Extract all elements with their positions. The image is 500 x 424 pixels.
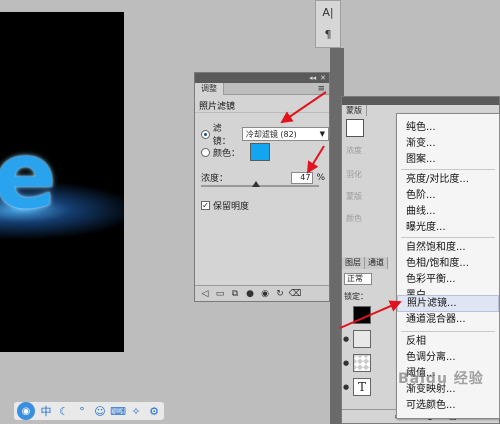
menu-item-invert[interactable]: 反相 xyxy=(397,334,499,349)
menu-separator xyxy=(401,331,495,332)
canvas-glyph: e xyxy=(0,122,57,229)
transparent-layer-thumbnail xyxy=(353,354,371,372)
preserve-row: ✓ 保留明度 xyxy=(201,199,249,212)
menu-item-hue-saturation[interactable]: 色相/饱和度... xyxy=(397,256,499,271)
density-unit: % xyxy=(316,172,325,183)
density-row: 浓度： 47 % xyxy=(201,171,325,184)
color-swatch[interactable] xyxy=(250,143,271,161)
clip-layer-icon[interactable]: ⧉ xyxy=(229,288,241,300)
paragraph-panel-icon[interactable]: ¶ xyxy=(316,23,340,45)
adjustments-footer: ◁ ▭ ⧉ ● ◉ ↻ ⌫ xyxy=(195,285,329,301)
menu-item-curves[interactable]: 曲线... xyxy=(397,204,499,219)
adjustment-layer-thumbnail xyxy=(353,330,371,348)
adjustments-panel: ◂◂ ✕ 调整 ≡ 照片滤镜 滤镜： 冷却滤镜 (82) ▼ 颜色： 浓度： 4… xyxy=(194,72,330,302)
eye-icon[interactable]: ● xyxy=(343,335,351,343)
menu-item-vibrance[interactable]: 自然饱和度... xyxy=(397,240,499,255)
skin-icon[interactable]: ✧ xyxy=(129,404,143,418)
color-radio[interactable] xyxy=(201,147,210,157)
eye-icon[interactable]: ● xyxy=(343,383,351,391)
close-icon[interactable]: ✕ xyxy=(320,74,326,82)
menu-separator xyxy=(401,237,495,238)
menu-item-channel-mixer[interactable]: 通道混合器... xyxy=(397,312,499,327)
menu-item-gradient[interactable]: 渐变... xyxy=(397,136,499,151)
visibility-eye-icon[interactable]: ● xyxy=(244,288,256,300)
filter-select-value: 冷却滤镜 (82) xyxy=(245,129,297,139)
adjustment-title: 照片滤镜 xyxy=(195,95,329,113)
menu-item-selective-color[interactable]: 可选颜色... xyxy=(397,398,499,413)
menu-item-exposure[interactable]: 曝光度... xyxy=(397,220,499,235)
blend-mode-select[interactable]: 正常 xyxy=(344,273,372,285)
workspace: e ◉ 中 ☾ ° ☺ ⌨ ✧ ⚙ A| ¶ ◂◂ ✕ 调整 ≡ 照片滤镜 滤镜… xyxy=(0,0,500,424)
chevron-down-icon: ▼ xyxy=(319,130,325,138)
text-layer-thumbnail: T xyxy=(353,378,371,396)
moon-icon[interactable]: ☾ xyxy=(57,404,71,418)
emoji-icon[interactable]: ☺ xyxy=(93,404,107,418)
tab-layers[interactable]: 图层 xyxy=(342,257,365,269)
tab-adjustments[interactable]: 调整 xyxy=(195,82,224,95)
layer-thumbnail xyxy=(353,306,371,324)
view-previous-icon[interactable]: ◉ xyxy=(259,288,271,300)
expand-icon[interactable]: ▭ xyxy=(214,288,226,300)
lock-label: 锁定： xyxy=(344,292,368,301)
preserve-label: 保留明度 xyxy=(213,202,250,212)
eye-icon[interactable]: ● xyxy=(343,359,351,367)
reset-icon[interactable]: ↻ xyxy=(274,288,286,300)
character-tool-strip: A| ¶ xyxy=(315,0,341,48)
menu-item-solid-color[interactable]: 纯色... xyxy=(397,120,499,135)
layers-tabs: 图层 通道 xyxy=(342,257,388,269)
color-row: 颜色： xyxy=(201,143,271,161)
keyboard-icon[interactable]: ⌨ xyxy=(110,404,126,418)
menu-item-color-balance[interactable]: 色彩平衡... xyxy=(397,272,499,287)
document-canvas[interactable]: e xyxy=(0,12,124,352)
punctuation-icon[interactable]: ° xyxy=(75,404,89,418)
preserve-luminosity-checkbox[interactable]: ✓ xyxy=(201,201,210,210)
layer-row[interactable]: ● xyxy=(342,353,372,373)
back-arrow-icon[interactable]: ◁ xyxy=(199,288,211,300)
menu-separator xyxy=(401,169,495,170)
watermark: Baidu 经验 xyxy=(398,371,484,387)
collapse-icon[interactable]: ◂◂ xyxy=(309,74,316,82)
layers-titlebar xyxy=(342,97,499,105)
tab-masks[interactable]: 蒙版 xyxy=(342,105,367,116)
density-input[interactable]: 47 xyxy=(291,171,314,184)
color-label: 颜色： xyxy=(213,148,241,159)
chinese-mode-icon[interactable]: 中 xyxy=(39,404,53,418)
faded-label-feather: 羽化 xyxy=(346,170,362,179)
layer-row[interactable]: ● xyxy=(342,329,372,349)
input-method-tray: ◉ 中 ☾ ° ☺ ⌨ ✧ ⚙ xyxy=(14,402,164,420)
adjustments-tabrow: 调整 ≡ xyxy=(195,82,329,95)
menu-item-photo-filter[interactable]: 照片滤镜... xyxy=(397,295,499,312)
density-slider[interactable] xyxy=(201,181,319,187)
faded-label-density: 浓度 xyxy=(346,146,362,155)
character-panel-icon[interactable]: A| xyxy=(316,1,340,23)
delete-icon[interactable]: ⌫ xyxy=(289,288,302,300)
menu-item-posterize[interactable]: 色调分离... xyxy=(397,350,499,365)
menu-item-levels[interactable]: 色阶... xyxy=(397,188,499,203)
density-label: 浓度： xyxy=(201,174,229,184)
settings-gear-icon[interactable]: ⚙ xyxy=(147,404,161,418)
density-slider-thumb[interactable] xyxy=(252,181,261,187)
layer-row[interactable]: ● T xyxy=(342,377,372,397)
faded-label-mask: 蒙版 xyxy=(346,192,362,201)
adjustments-titlebar: ◂◂ ✕ xyxy=(195,73,329,83)
tab-channels[interactable]: 通道 xyxy=(365,257,388,269)
layer-row[interactable] xyxy=(342,305,372,325)
menu-item-pattern[interactable]: 图案... xyxy=(397,152,499,167)
ime-logo-icon[interactable]: ◉ xyxy=(17,402,35,420)
mask-thumbnail xyxy=(346,119,364,137)
faded-label-color: 颜色 xyxy=(346,214,362,223)
filter-radio[interactable] xyxy=(201,129,210,139)
menu-item-brightness-contrast[interactable]: 亮度/对比度... xyxy=(397,172,499,187)
filter-select[interactable]: 冷却滤镜 (82) ▼ xyxy=(241,127,329,141)
panel-menu-icon[interactable]: ≡ xyxy=(317,84,329,94)
